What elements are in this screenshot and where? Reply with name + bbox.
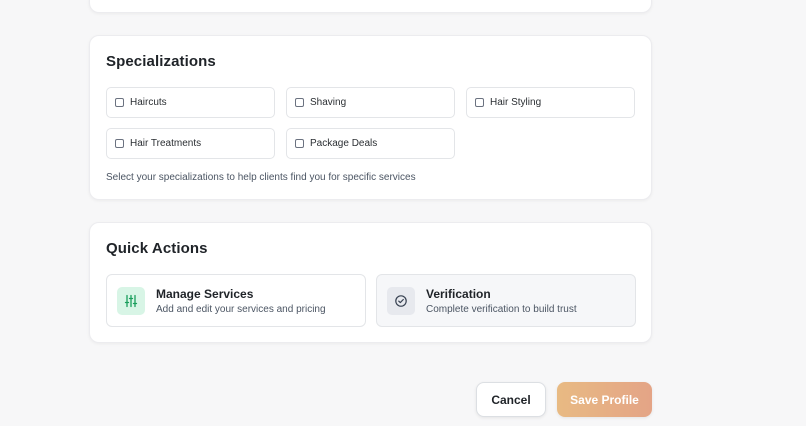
- checkbox-input[interactable]: [115, 139, 124, 148]
- manage-services-action[interactable]: Manage Services Add and edit your servic…: [106, 274, 366, 327]
- manage-services-description: Add and edit your services and pricing: [156, 304, 326, 315]
- verification-description: Complete verification to build trust: [426, 304, 577, 315]
- checkbox-input[interactable]: [115, 98, 124, 107]
- checkbox-shaving[interactable]: Shaving: [286, 87, 455, 118]
- previous-section-card: [89, 0, 652, 13]
- quick-actions-title: Quick Actions: [106, 240, 208, 257]
- manage-services-title: Manage Services: [156, 287, 254, 301]
- checkbox-label: Hair Treatments: [130, 138, 202, 149]
- specializations-help-text: Select your specializations to help clie…: [106, 172, 416, 183]
- checkbox-label: Haircuts: [130, 97, 167, 108]
- checkbox-label: Package Deals: [310, 138, 378, 149]
- checkbox-hair-treatments[interactable]: Hair Treatments: [106, 128, 275, 159]
- checkbox-hair-styling[interactable]: Hair Styling: [466, 87, 635, 118]
- checkbox-label: Hair Styling: [490, 97, 542, 108]
- specializations-title: Specializations: [106, 53, 216, 70]
- quick-actions-card: Quick Actions Manage Services Add and ed…: [89, 222, 652, 343]
- checkbox-input[interactable]: [295, 98, 304, 107]
- checkbox-input[interactable]: [295, 139, 304, 148]
- checkbox-package-deals[interactable]: Package Deals: [286, 128, 455, 159]
- sliders-icon: [117, 287, 145, 315]
- verification-title: Verification: [426, 287, 491, 301]
- check-circle-icon: [387, 287, 415, 315]
- specializations-card: Specializations Haircuts Shaving Hair St…: [89, 35, 652, 200]
- save-profile-button[interactable]: Save Profile: [557, 382, 652, 417]
- checkbox-haircuts[interactable]: Haircuts: [106, 87, 275, 118]
- verification-action[interactable]: Verification Complete verification to bu…: [376, 274, 636, 327]
- checkbox-input[interactable]: [475, 98, 484, 107]
- cancel-button[interactable]: Cancel: [476, 382, 546, 417]
- checkbox-label: Shaving: [310, 97, 347, 108]
